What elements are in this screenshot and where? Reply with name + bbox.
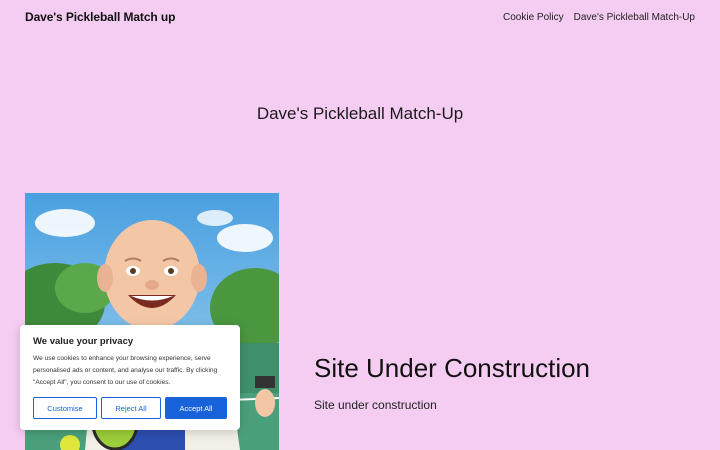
primary-nav: Cookie Policy Dave's Pickleball Match-Up: [503, 12, 695, 23]
cookie-button-group: Customise Reject All Accept All: [33, 397, 227, 419]
page-title: Dave's Pickleball Match-Up: [256, 104, 464, 123]
nav-link-cookie-policy[interactable]: Cookie Policy: [503, 12, 564, 23]
accept-all-button[interactable]: Accept All: [165, 397, 227, 419]
site-title[interactable]: Dave's Pickleball Match up: [25, 10, 175, 24]
customise-button[interactable]: Customise: [33, 397, 97, 419]
section-title: Site Under Construction: [314, 353, 591, 383]
cookie-banner-title: We value your privacy: [33, 336, 134, 347]
nav-link-match-up[interactable]: Dave's Pickleball Match-Up: [574, 12, 695, 23]
cookie-banner-text: We use cookies to enhance your browsing …: [33, 355, 218, 386]
section-text: Site under construction: [314, 398, 437, 412]
cookie-consent-banner: We value your privacy We use cookies to …: [20, 325, 240, 430]
reject-all-button[interactable]: Reject All: [101, 397, 161, 419]
